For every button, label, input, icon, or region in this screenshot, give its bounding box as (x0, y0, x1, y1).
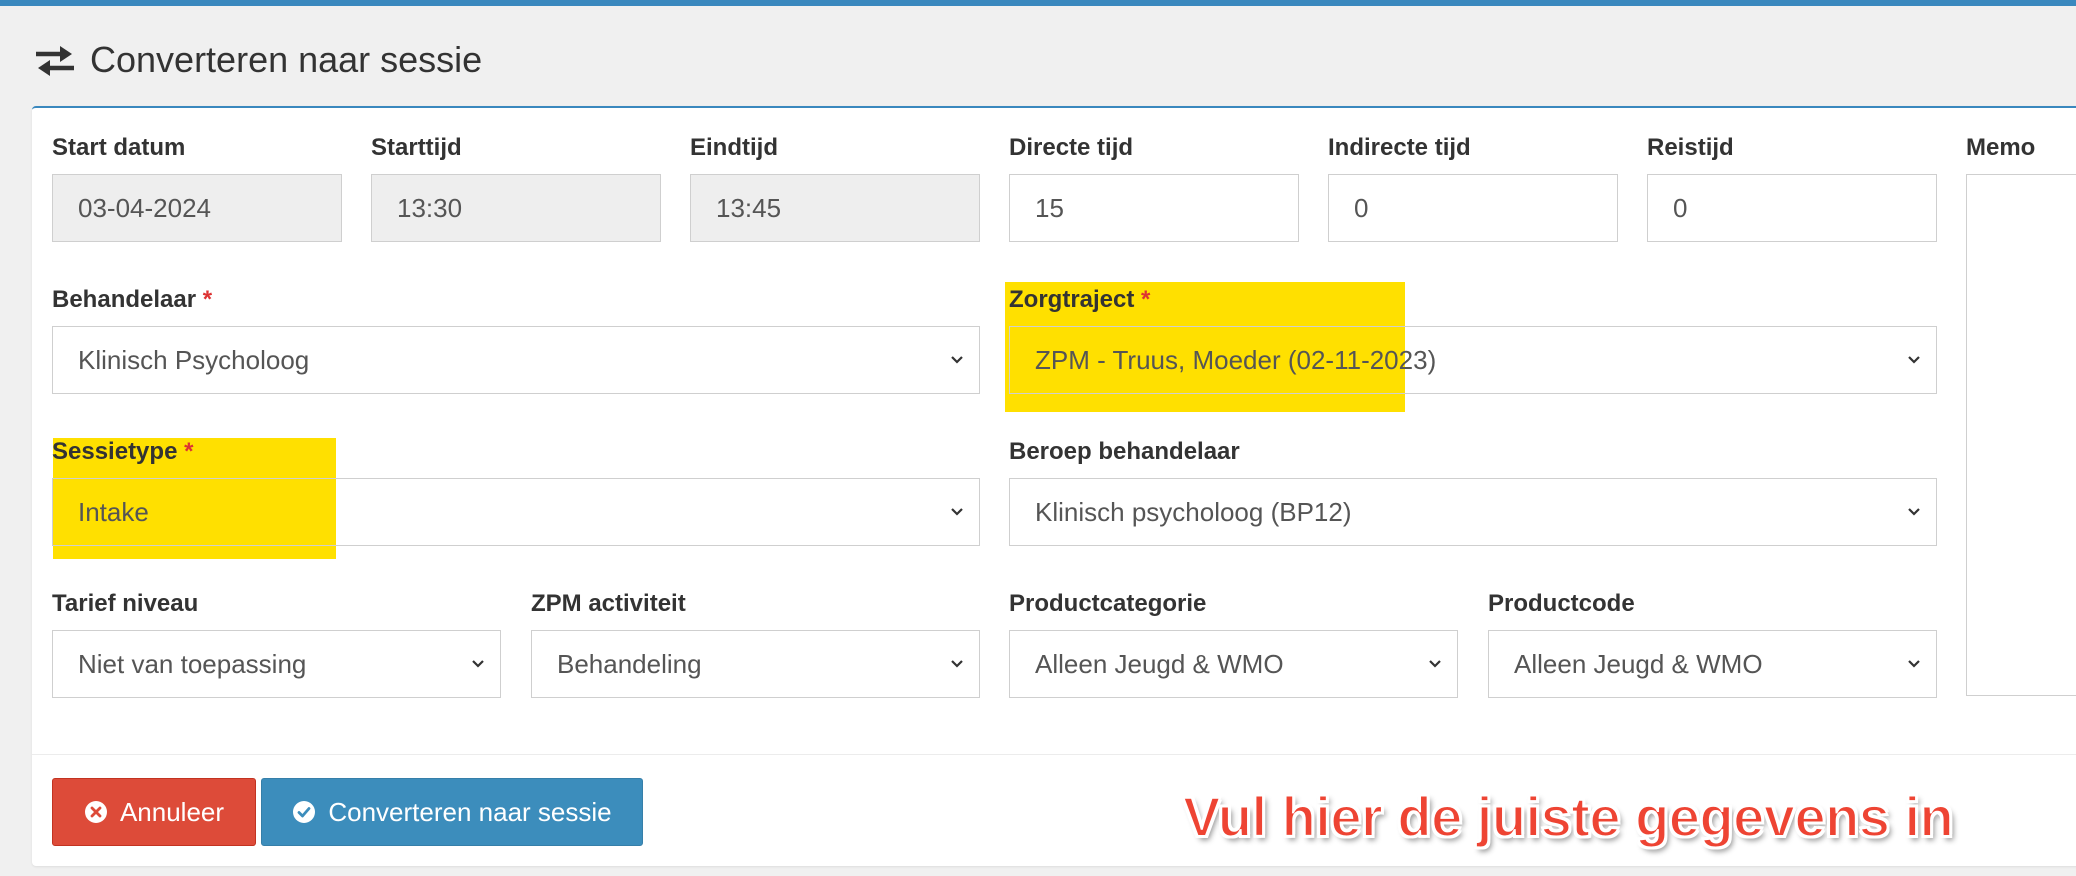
zorgtraject-select[interactable]: ZPM - Truus, Moeder (02-11-2023) (1009, 326, 1937, 394)
chevron-down-icon (472, 660, 484, 668)
productcategorie-select[interactable]: Alleen Jeugd & WMO (1009, 630, 1458, 698)
instruction-annotation: Vul hier de juiste gegevens in (1182, 784, 1955, 849)
productcode-label: Productcode (1488, 590, 1635, 617)
reistijd-input[interactable]: 0 (1647, 174, 1937, 242)
cancel-button[interactable]: Annuleer (52, 778, 256, 846)
directe-tijd-label: Directe tijd (1009, 134, 1134, 161)
sessietype-select[interactable]: Intake (52, 478, 980, 546)
productcategorie-label: Productcategorie (1009, 590, 1207, 617)
behandelaar-value: Klinisch Psycholoog (78, 345, 310, 375)
chevron-down-icon (951, 508, 963, 516)
check-circle-icon (292, 800, 316, 824)
beroep-behandelaar-label: Beroep behandelaar (1009, 438, 1240, 465)
productcode-select[interactable]: Alleen Jeugd & WMO (1488, 630, 1937, 698)
start-datum-input: 03-04-2024 (52, 174, 342, 242)
sessietype-value: Intake (78, 497, 149, 527)
tarief-niveau-select[interactable]: Niet van toepassing (52, 630, 501, 698)
top-accent-bar (0, 0, 2076, 6)
convert-button-label: Converteren naar sessie (328, 796, 612, 827)
reistijd-label: Reistijd (1647, 134, 1734, 161)
chevron-down-icon (951, 660, 963, 668)
zpm-activiteit-value: Behandeling (557, 649, 702, 679)
chevron-down-icon (1908, 356, 1920, 364)
convert-button[interactable]: Converteren naar sessie (261, 778, 643, 846)
chevron-down-icon (1908, 508, 1920, 516)
tarief-niveau-label: Tarief niveau (52, 590, 199, 617)
chevron-down-icon (951, 356, 963, 364)
memo-textarea[interactable] (1966, 174, 2076, 696)
zorgtraject-label: Zorgtraject * (1009, 286, 1151, 313)
beroep-behandelaar-value: Klinisch psycholoog (BP12) (1035, 497, 1352, 527)
starttijd-input: 13:30 (371, 174, 661, 242)
productcategorie-value: Alleen Jeugd & WMO (1035, 649, 1284, 679)
eindtijd-input: 13:45 (690, 174, 980, 242)
memo-label: Memo (1966, 134, 2036, 161)
zorgtraject-value: ZPM - Truus, Moeder (02-11-2023) (1035, 345, 1437, 375)
exchange-arrows-icon (34, 44, 76, 76)
behandelaar-label: Behandelaar * (52, 286, 213, 313)
required-marker: * (202, 286, 213, 313)
eindtijd-label: Eindtijd (690, 134, 778, 161)
chevron-down-icon (1908, 660, 1920, 668)
productcode-value: Alleen Jeugd & WMO (1514, 649, 1763, 679)
start-datum-label: Start datum (52, 134, 186, 161)
form-card: Start datum 03-04-2024 Starttijd 13:30 E… (32, 106, 2076, 866)
zpm-activiteit-label: ZPM activiteit (531, 590, 686, 617)
page-title: Converteren naar sessie (90, 39, 483, 80)
sessietype-label: Sessietype * (52, 438, 194, 465)
page-header: Converteren naar sessie (34, 36, 482, 84)
tarief-niveau-value: Niet van toepassing (78, 649, 307, 679)
times-circle-icon (84, 800, 108, 824)
indirecte-tijd-input[interactable]: 0 (1328, 174, 1618, 242)
chevron-down-icon (1429, 660, 1441, 668)
zpm-activiteit-select[interactable]: Behandeling (531, 630, 980, 698)
cancel-button-label: Annuleer (119, 796, 225, 827)
required-marker: * (184, 438, 194, 465)
starttijd-label: Starttijd (371, 134, 462, 161)
beroep-behandelaar-select[interactable]: Klinisch psycholoog (BP12) (1009, 478, 1937, 546)
directe-tijd-input[interactable]: 15 (1009, 174, 1299, 242)
indirecte-tijd-label: Indirecte tijd (1328, 134, 1471, 161)
footer-divider (32, 754, 2076, 755)
behandelaar-select[interactable]: Klinisch Psycholoog (52, 326, 980, 394)
required-marker: * (1141, 286, 1151, 313)
